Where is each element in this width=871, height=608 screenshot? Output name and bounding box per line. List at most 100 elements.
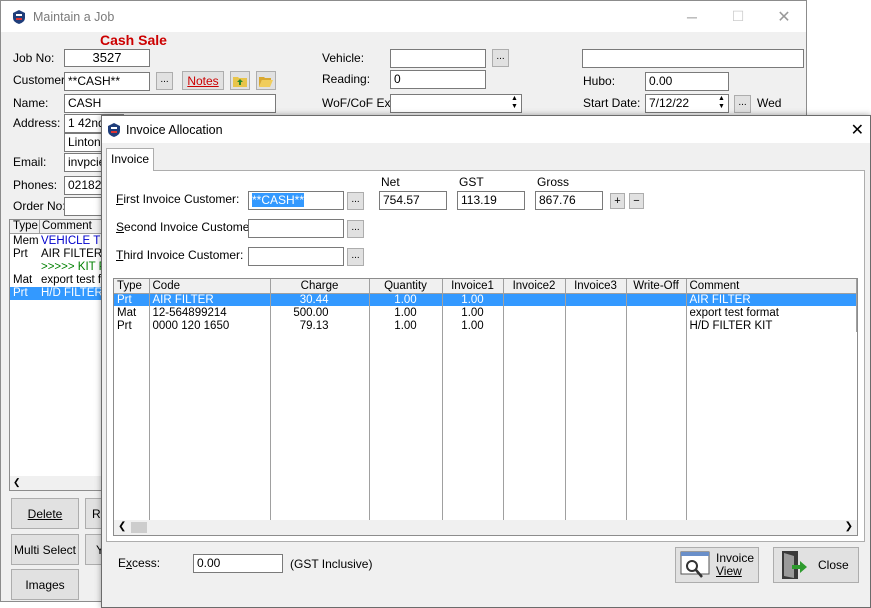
- dialog-close-icon[interactable]: ✕: [851, 120, 864, 140]
- cell-invoice1[interactable]: 1.00: [442, 319, 504, 332]
- grid-horizontal-scrollbar[interactable]: ❮ ❯: [114, 520, 857, 535]
- reading-field[interactable]: 0: [390, 70, 486, 89]
- gst-field[interactable]: 113.19: [457, 191, 525, 210]
- start-date-spin-icon[interactable]: ▲ ▼: [715, 95, 728, 112]
- excess-field[interactable]: 0.00: [193, 554, 283, 573]
- cell-code[interactable]: 12-564899214: [149, 306, 271, 319]
- minimize-icon[interactable]: ─: [669, 1, 715, 32]
- cell-write-off[interactable]: [626, 293, 687, 306]
- wof-spin-icon[interactable]: ▲ ▼: [508, 95, 521, 112]
- col-header-charge[interactable]: Charge: [270, 279, 370, 294]
- cell-comment[interactable]: export test format: [686, 306, 857, 319]
- cell-invoice2[interactable]: [503, 319, 566, 332]
- close-button-label: Close: [818, 558, 849, 572]
- cell-invoice3[interactable]: [565, 293, 627, 306]
- cell-invoice3[interactable]: [565, 306, 627, 319]
- maximize-icon[interactable]: ☐: [715, 1, 761, 32]
- folder-open-icon[interactable]: [256, 71, 276, 90]
- col-header-write-off[interactable]: Write-Off: [626, 279, 687, 294]
- col-header-invoice1[interactable]: Invoice1: [442, 279, 504, 294]
- first-customer-field[interactable]: **CASH**: [248, 191, 344, 210]
- list-item[interactable]: >>>>> KIT P: [10, 261, 103, 274]
- list-item[interactable]: Mem VEHICLE TE: [10, 235, 103, 248]
- list-header-type[interactable]: Type: [13, 220, 38, 232]
- col-header-quantity[interactable]: Quantity: [369, 279, 443, 294]
- gst-label: GST: [459, 175, 484, 189]
- minus-button[interactable]: −: [629, 193, 644, 209]
- job-lines-list[interactable]: Type Comment Mem VEHICLE TE Prt AIR FILTER >…: [9, 219, 104, 491]
- cell-quantity[interactable]: 1.00: [369, 293, 443, 306]
- cell-type[interactable]: Prt: [114, 293, 150, 306]
- cell-invoice1[interactable]: 1.00: [442, 306, 504, 319]
- cell-invoice3[interactable]: [565, 319, 627, 332]
- table-row[interactable]: Prt 0000 120 1650 79.13 1.00 1.00 H/D FILTER …: [114, 319, 857, 332]
- col-header-type[interactable]: Type: [114, 279, 150, 294]
- list-horizontal-scrollbar[interactable]: ❮: [10, 476, 103, 490]
- hubo-field[interactable]: 0.00: [645, 72, 729, 91]
- col-header-code[interactable]: Code: [149, 279, 271, 294]
- notes-button[interactable]: Notes: [182, 71, 224, 90]
- list-item[interactable]: Mat export test fo: [10, 274, 103, 287]
- cell-code[interactable]: 0000 120 1650: [149, 319, 271, 332]
- cell-write-off[interactable]: [626, 306, 687, 319]
- cell-charge[interactable]: 30.44: [270, 293, 370, 306]
- second-customer-field[interactable]: [248, 219, 344, 238]
- name-field[interactable]: CASH: [64, 94, 276, 113]
- allocation-grid[interactable]: Type Code Charge Quantity Invoice1 Invoi…: [113, 278, 858, 536]
- start-date-label: Start Date:: [583, 96, 641, 110]
- invoice-view-button[interactable]: Invoice View: [675, 547, 759, 583]
- dialog-title-bar: Invoice Allocation ✕: [102, 116, 870, 143]
- third-customer-field[interactable]: [248, 247, 344, 266]
- list-header-comment[interactable]: Comment: [42, 220, 92, 232]
- list-item[interactable]: Prt H/D FILTER: [10, 287, 103, 300]
- cell-invoice2[interactable]: [503, 293, 566, 306]
- job-no-field[interactable]: 3527: [64, 49, 150, 67]
- cell-invoice1[interactable]: 1.00: [442, 293, 504, 306]
- cell-charge[interactable]: 79.13: [270, 319, 370, 332]
- col-header-invoice3[interactable]: Invoice3: [565, 279, 627, 294]
- plus-button[interactable]: +: [610, 193, 625, 209]
- customer-lookup-button[interactable]: ...: [156, 72, 173, 90]
- scroll-left-icon[interactable]: ❮: [13, 477, 21, 488]
- cell-quantity[interactable]: 1.00: [369, 306, 443, 319]
- vehicle-lookup-button[interactable]: ...: [492, 49, 509, 67]
- list-item[interactable]: Prt AIR FILTER: [10, 248, 103, 261]
- cell-code[interactable]: AIR FILTER: [149, 293, 271, 306]
- cell-comment[interactable]: AIR FILTER: [686, 293, 857, 306]
- first-customer-label: First Invoice Customer:: [116, 192, 240, 206]
- multi-select-button[interactable]: Multi Select: [11, 534, 79, 565]
- list-item-comment: VEHICLE TE: [41, 235, 104, 247]
- table-row[interactable]: Mat 12-564899214 500.00 1.00 1.00 export test…: [114, 306, 857, 319]
- first-customer-lookup-button[interactable]: ...: [347, 192, 364, 210]
- cell-type[interactable]: Prt: [114, 319, 150, 332]
- second-customer-lookup-button[interactable]: ...: [347, 220, 364, 238]
- customer-field[interactable]: **CASH**: [64, 72, 150, 91]
- scroll-left-icon[interactable]: ❮: [118, 521, 126, 532]
- folder-up-icon[interactable]: [230, 71, 250, 90]
- third-customer-lookup-button[interactable]: ...: [347, 248, 364, 266]
- cell-comment[interactable]: H/D FILTER KIT: [686, 319, 857, 332]
- col-header-comment[interactable]: Comment: [686, 279, 857, 294]
- col-header-invoice2[interactable]: Invoice2: [503, 279, 566, 294]
- cell-write-off[interactable]: [626, 319, 687, 332]
- cell-type[interactable]: Mat: [114, 306, 150, 319]
- list-item-type: Mem: [13, 235, 39, 247]
- vehicle-field[interactable]: [390, 49, 486, 68]
- extra-field[interactable]: [582, 49, 804, 68]
- gross-field[interactable]: 867.76: [535, 191, 603, 210]
- cell-invoice2[interactable]: [503, 306, 566, 319]
- table-row[interactable]: Prt AIR FILTER 30.44 1.00 1.00 AIR FILTER: [114, 293, 857, 306]
- images-button[interactable]: Images: [11, 569, 79, 600]
- scroll-right-icon[interactable]: ❯: [845, 521, 853, 532]
- scroll-thumb[interactable]: [131, 522, 147, 533]
- delete-button[interactable]: Delete: [11, 498, 79, 529]
- close-button[interactable]: Close: [773, 547, 859, 583]
- wof-cof-date-field[interactable]: [390, 94, 522, 113]
- net-field[interactable]: 754.57: [379, 191, 447, 210]
- cell-quantity[interactable]: 1.00: [369, 319, 443, 332]
- invoice-view-label: Invoice View: [716, 551, 755, 578]
- start-date-picker-button[interactable]: ...: [734, 95, 751, 113]
- cell-charge[interactable]: 500.00: [270, 306, 370, 319]
- close-icon[interactable]: ✕: [761, 1, 807, 32]
- tab-invoice[interactable]: Invoice: [106, 148, 154, 171]
